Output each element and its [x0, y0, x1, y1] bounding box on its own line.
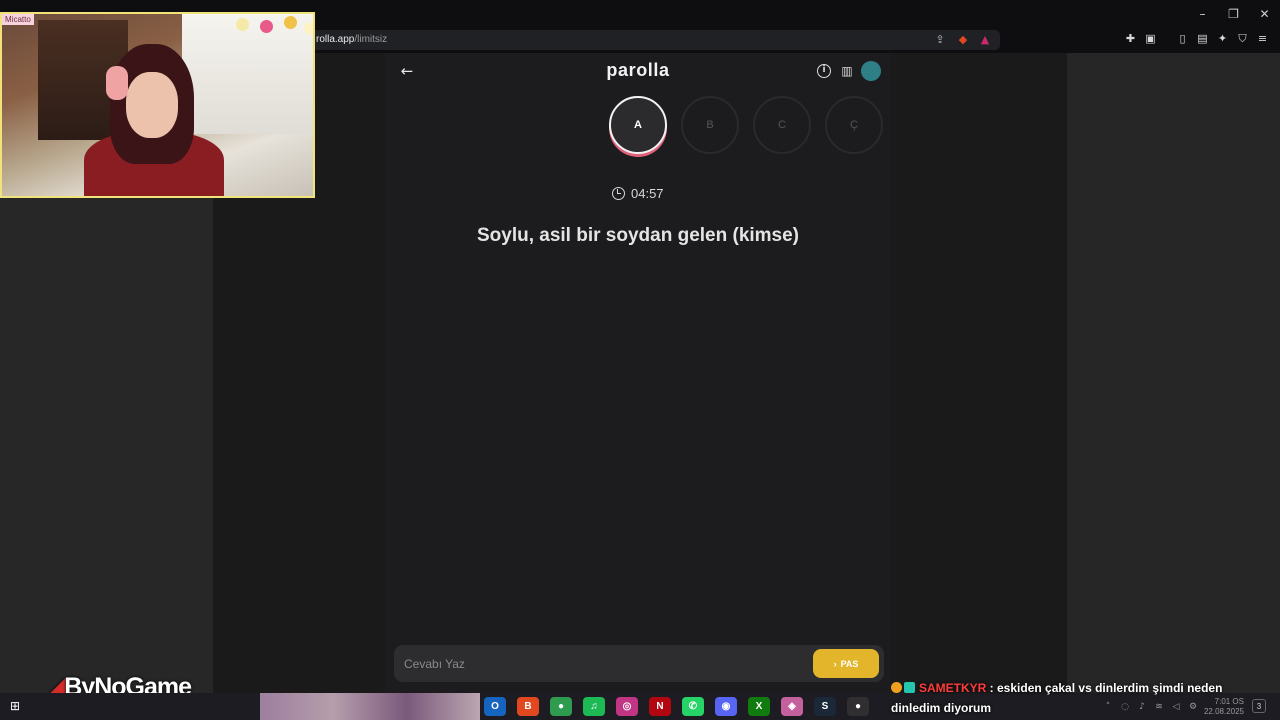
stats-icon[interactable]: ▥ — [839, 63, 855, 79]
maximize-icon[interactable]: ❐ — [1218, 0, 1249, 28]
parolla-app: ← parolla i ▥ A B C Ç 04:57 Soylu, asil … — [385, 53, 891, 693]
page-side-margin — [1067, 53, 1280, 693]
webcam-overlay: Micatto — [0, 12, 315, 198]
webcam-label: Micatto — [2, 14, 34, 25]
taskbar-app-outlook-icon[interactable]: O — [484, 697, 506, 716]
sidebar-icon[interactable]: ▯ — [1176, 32, 1189, 46]
app-header: ← parolla i ▥ — [385, 53, 891, 89]
taskbar-app-whatsapp-icon[interactable]: ✆ — [682, 697, 704, 716]
taskbar-app-xbox-icon[interactable]: X — [748, 697, 770, 716]
info-icon[interactable]: i — [817, 64, 831, 78]
letter-track: A B C Ç — [609, 96, 883, 154]
badge-icon — [904, 682, 915, 693]
app-title: parolla — [606, 60, 670, 80]
taskbar-app-obs-icon[interactable]: ● — [847, 697, 869, 716]
chevron-right-icon: › — [833, 658, 837, 669]
timer: 04:57 — [612, 186, 664, 201]
address-bar[interactable]: rolla.app/limitsiz ⇪ ◆ ▲ — [296, 30, 1000, 50]
taskbar-app-netflix-icon[interactable]: N — [649, 697, 671, 716]
taskbar-app-photos-icon[interactable]: ◈ — [781, 697, 803, 716]
url-domain: rolla.app — [316, 34, 355, 45]
minimize-icon[interactable]: – — [1187, 0, 1218, 28]
question-text: Soylu, asil bir soydan gelen (kimse) — [476, 225, 800, 246]
share-icon[interactable]: ⇪ — [933, 33, 947, 47]
brave-rewards-icon[interactable]: ▲ — [978, 33, 992, 47]
wallet-icon[interactable]: ▤ — [1196, 32, 1209, 46]
flower-icon — [260, 20, 273, 33]
pass-button[interactable]: › PAS — [813, 649, 879, 678]
windows-start-icon[interactable]: ⊞ — [10, 700, 22, 712]
flower-icon — [304, 22, 313, 35]
taskbar-app-discord-icon[interactable]: ◉ — [715, 697, 737, 716]
pass-label: PAS — [840, 658, 859, 669]
taskbar-apps: O B ● ♫ ◎ N ✆ ◉ X ◈ S ● — [484, 697, 869, 716]
puzzle-icon[interactable]: ✚ — [1124, 32, 1137, 46]
chat-badges — [891, 678, 919, 698]
letter-b[interactable]: B — [681, 96, 739, 154]
taskbar-app-instagram-icon[interactable]: ◎ — [616, 697, 638, 716]
close-icon[interactable]: ✕ — [1249, 0, 1280, 28]
screen: – ❐ ✕ rolla.app/limitsiz ⇪ ◆ ▲ ✚ ▣ ▯ ▤ ✦… — [0, 0, 1280, 720]
url-path: /limitsiz — [354, 34, 388, 45]
taskbar-app-steam-icon[interactable]: S — [814, 697, 836, 716]
extension-icons: ✚ ▣ ▯ ▤ ✦ ⛉ ≡ — [1124, 32, 1269, 46]
badge-icon — [891, 682, 902, 693]
sparkle-icon[interactable]: ✦ — [1216, 32, 1229, 46]
flower-icon — [284, 16, 297, 29]
letter-a[interactable]: A — [609, 96, 667, 154]
headset-icon — [106, 66, 128, 100]
shield-icon[interactable]: ⛉ — [1236, 32, 1249, 46]
taskbar-wallpaper — [260, 693, 480, 720]
chat-message: SAMETKYR : eskiden çakal vs dinlerdim şi… — [891, 678, 1251, 718]
taskbar-app-chrome-icon[interactable]: ● — [550, 697, 572, 716]
menu-icon[interactable]: ≡ — [1256, 32, 1269, 46]
window-controls: – ❐ ✕ — [1187, 0, 1280, 28]
flower-icon — [236, 18, 249, 31]
answer-input[interactable] — [404, 654, 794, 674]
clock-icon — [612, 187, 625, 200]
chat-username: SAMETKYR — [919, 681, 987, 695]
webcam-person-face — [126, 72, 178, 138]
flower-decoration — [232, 14, 313, 44]
brave-shields-icon[interactable]: ◆ — [956, 33, 970, 47]
taskbar-app-brave-icon[interactable]: B — [517, 697, 539, 716]
timer-value: 04:57 — [631, 186, 664, 201]
tab-icon[interactable]: ▣ — [1144, 32, 1157, 46]
notifications-icon[interactable]: 3 — [1252, 699, 1266, 713]
letter-c[interactable]: C — [753, 96, 811, 154]
avatar[interactable] — [861, 61, 881, 81]
answer-bar: › PAS — [394, 645, 884, 682]
url-text[interactable]: rolla.app/limitsiz — [316, 34, 387, 45]
letter-c-cedilla[interactable]: Ç — [825, 96, 883, 154]
taskbar-app-spotify-icon[interactable]: ♫ — [583, 697, 605, 716]
